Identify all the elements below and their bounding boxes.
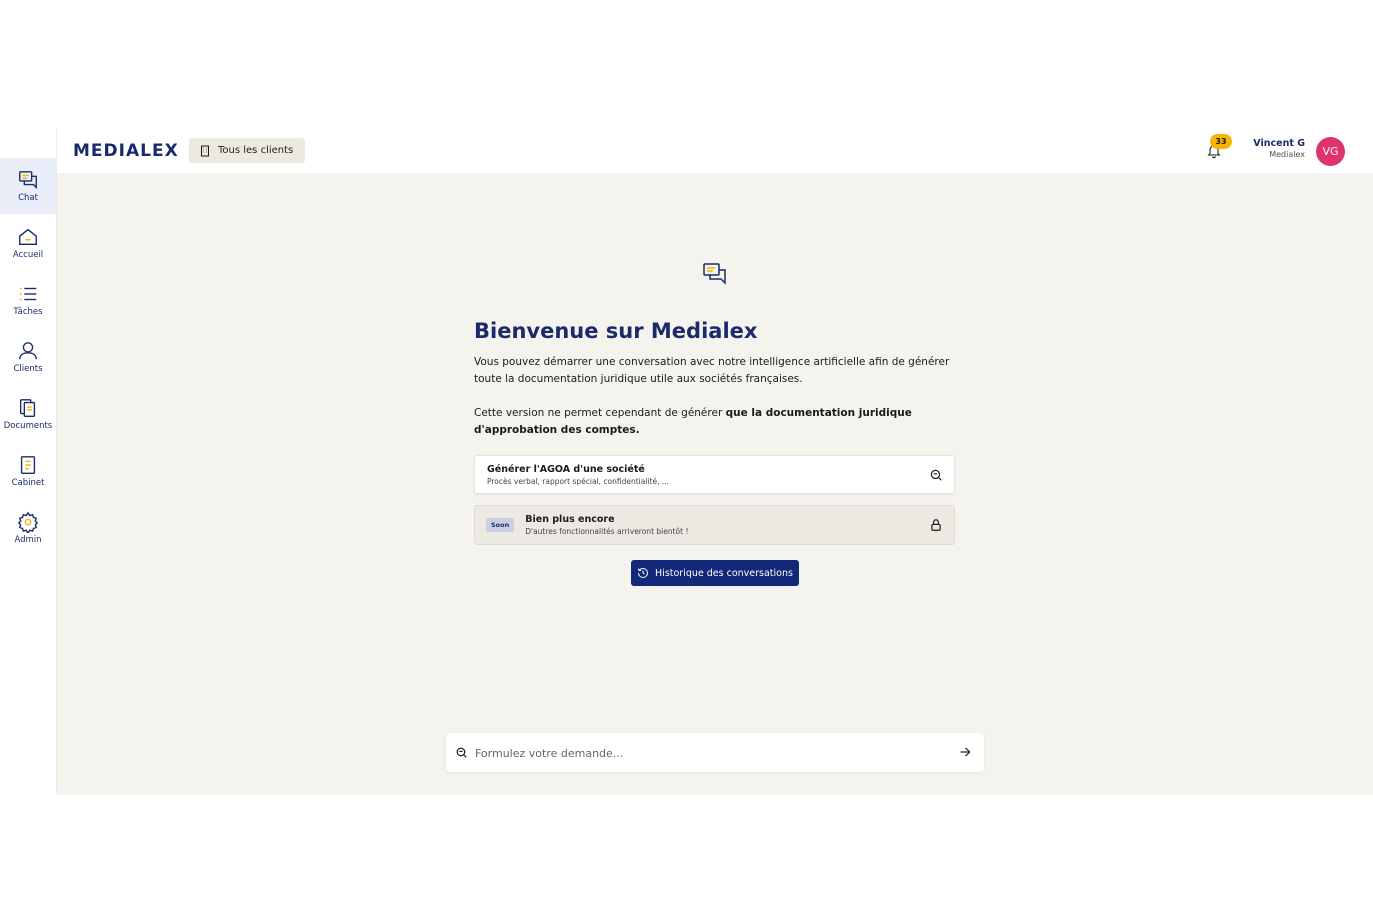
app-window: Chat Accueil Tâches Clients Documents Ca… xyxy=(0,128,1373,795)
building-icon xyxy=(201,145,209,156)
card-subtitle: D'autres fonctionnalités arriveront bien… xyxy=(525,527,689,536)
sidebar-item-label: Admin xyxy=(14,535,42,545)
soon-badge: Soon xyxy=(486,518,515,532)
chat-icon xyxy=(19,171,37,189)
gear-icon xyxy=(17,511,39,533)
all-clients-label: Tous les clients xyxy=(218,145,294,156)
chat-input-bar xyxy=(446,733,984,772)
page-title: Bienvenue sur Medialex xyxy=(474,319,758,343)
sidebar-item-label: Tâches xyxy=(13,307,43,317)
sidebar-item-label: Chat xyxy=(18,193,38,203)
sidebar-item-label: Documents xyxy=(3,421,53,431)
chat-search-icon xyxy=(456,747,467,758)
card-title: Générer l'AGOA d'une société xyxy=(487,463,645,475)
intro-text: Vous pouvez démarrer une conversation av… xyxy=(474,356,950,385)
generate-agoa-card[interactable]: Générer l'AGOA d'une société Procès verb… xyxy=(474,455,955,494)
chat-search-icon xyxy=(930,469,942,481)
version-note: Cette version ne permet cependant de gén… xyxy=(474,405,964,439)
chat-main-area: Bienvenue sur Medialex Vous pouvez démar… xyxy=(57,173,1373,795)
lock-icon xyxy=(931,519,941,531)
card-subtitle: Procès verbal, rapport spécial, confiden… xyxy=(487,476,669,486)
sidebar-item-admin[interactable]: Admin xyxy=(0,500,56,556)
medialex-logo[interactable]: MEDIALEX xyxy=(73,141,179,161)
home-icon xyxy=(19,228,37,246)
card-title: Bien plus encore xyxy=(525,514,615,525)
user-organization: Medialex xyxy=(1269,150,1305,159)
sidebar-item-label: Clients xyxy=(13,364,43,374)
user-icon xyxy=(19,342,37,360)
list-icon xyxy=(19,287,37,301)
sidebar-item-cabinet[interactable]: Cabinet xyxy=(0,443,56,499)
sidebar-item-chat[interactable]: Chat xyxy=(0,158,56,214)
avatar[interactable]: VG xyxy=(1316,137,1345,166)
more-features-card: Soon Bien plus encore D'autres fonctionn… xyxy=(474,505,955,545)
documents-icon xyxy=(19,399,36,417)
history-icon xyxy=(638,567,649,578)
all-clients-button[interactable]: Tous les clients xyxy=(189,138,306,163)
notifications-button[interactable]: 33 xyxy=(1204,134,1236,164)
sidebar: Chat Accueil Tâches Clients Documents Ca… xyxy=(0,128,57,795)
history-button-label: Historique des conversations xyxy=(655,567,793,579)
sidebar-item-documents[interactable]: Documents xyxy=(0,386,56,442)
sidebar-item-label: Accueil xyxy=(12,250,44,260)
arrow-right-icon[interactable] xyxy=(958,745,972,759)
sidebar-item-taches[interactable]: Tâches xyxy=(0,272,56,328)
conversation-history-button[interactable]: Historique des conversations xyxy=(631,560,799,586)
sidebar-item-clients[interactable]: Clients xyxy=(0,329,56,385)
sidebar-item-label: Cabinet xyxy=(11,478,45,488)
top-header: MEDIALEX Tous les clients 33 Vincent G M… xyxy=(57,128,1373,173)
notification-count-badge: 33 xyxy=(1210,134,1232,149)
chat-icon xyxy=(703,263,726,285)
version-note-prefix: Cette version ne permet cependant de gén… xyxy=(474,407,726,419)
cabinet-icon xyxy=(20,456,36,474)
user-info: Vincent G Medialex xyxy=(1247,138,1305,159)
user-name: Vincent G xyxy=(1253,138,1305,149)
chat-input[interactable] xyxy=(473,741,947,765)
sidebar-item-accueil[interactable]: Accueil xyxy=(0,215,56,271)
